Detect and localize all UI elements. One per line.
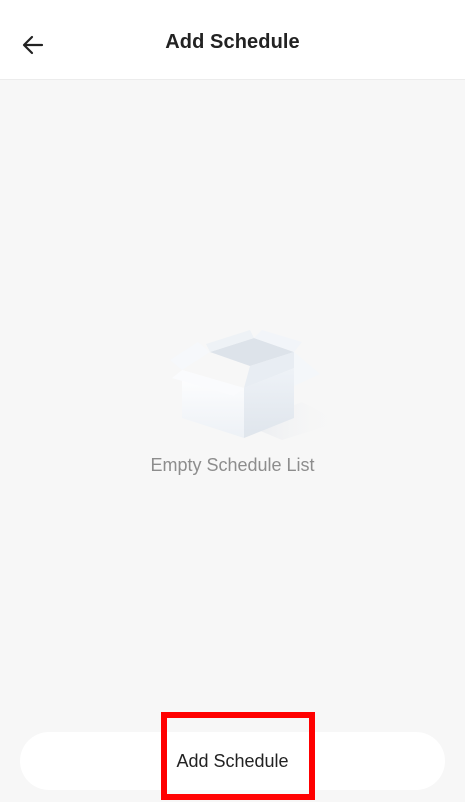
empty-state-message: Empty Schedule List — [150, 455, 315, 475]
top-bar: Add Schedule — [0, 0, 465, 80]
schedule-list-area: Empty Schedule List — [0, 80, 465, 802]
empty-box-icon — [170, 330, 340, 440]
add-schedule-button[interactable]: Add Schedule — [20, 732, 445, 790]
page-title: Add Schedule — [165, 31, 300, 53]
